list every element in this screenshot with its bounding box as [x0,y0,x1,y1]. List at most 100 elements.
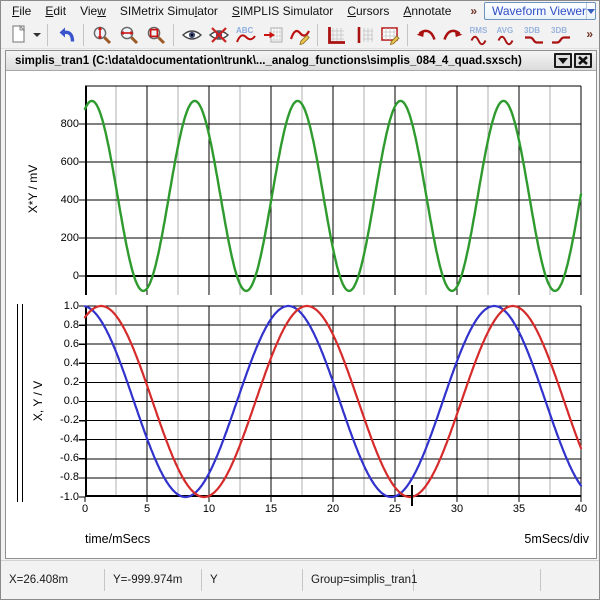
viewer-selector-combo[interactable]: Waveform Viewer [484,2,596,20]
menu-item-simplis-simulator[interactable]: SIMPLIS Simulator [225,2,340,20]
zoom-fit-vertical-button[interactable] [88,22,115,48]
bottom-plot-area[interactable] [85,306,581,497]
status-field-0: X=26.408m [1,569,105,591]
window-close-button[interactable] [574,53,592,68]
move-curve-button[interactable] [259,22,286,48]
label-curve-icon: ABC [235,24,257,46]
chevron-down-icon [587,9,595,14]
menu-item-file[interactable]: File [5,2,38,20]
top-plot-area[interactable] [85,86,581,295]
y-tick-label: 0 [45,270,79,283]
y-tick-label: -1.0 [45,491,79,504]
application-window: FileEditViewSIMetrix SimulatorSIMPLIS Si… [0,0,600,600]
menu-item-annotate[interactable]: Annotate [396,2,458,20]
hide-curve-button[interactable] [205,22,232,48]
menu-item-edit[interactable]: Edit [38,2,73,20]
status-field-4 [414,569,541,591]
chevron-down-icon[interactable] [33,33,41,37]
y-tick-label: 1.0 [45,300,79,313]
menu-item-simetrix-simulator[interactable]: SIMetrix Simulator [113,2,225,20]
rms-measure-button[interactable]: RMS [466,22,493,48]
3db-point-falling-button[interactable]: 3DB [520,22,547,48]
zoom-fit-horizontal-button[interactable] [115,22,142,48]
y-tick-label: -0.2 [45,414,79,427]
add-grid-icon [352,24,374,46]
label-curve-button[interactable]: ABC [232,22,259,48]
previous-curve-button[interactable] [412,22,439,48]
toolbar-separator [173,24,174,46]
svg-text:3DB: 3DB [551,26,567,35]
toolbar-overflow-chevron-icon[interactable]: » [586,27,593,41]
toolbar-separator [407,24,408,46]
status-field-2: Y [202,569,303,591]
waveform-window: simplis_tran1 (C:\data\documentation\tru… [5,50,597,559]
y-tick-label: -0.4 [45,433,79,446]
y-tick-label: 0.8 [45,319,79,332]
hide-curve-icon [208,24,230,46]
status-field-3: Group=simplis_tran1 [303,569,414,591]
x-tick-label: 0 [70,503,100,516]
waveform-canvas[interactable]: X*Y / mV 8006004002000 X, Y / V 1.00.80.… [6,71,596,558]
window-restore-button[interactable] [554,53,572,68]
menu-overflow-chevron-icon[interactable]: » [470,4,477,18]
edit-curve-icon [289,24,311,46]
svg-text:RMS: RMS [469,26,487,35]
x-tick-label: 40 [566,503,596,516]
show-curve-button[interactable] [178,22,205,48]
add-axis-icon [325,24,347,46]
avg-measure-button[interactable]: AVG [493,22,520,48]
3db-point-rising-icon: 3DB [550,24,572,46]
svg-text:ABC: ABC [236,26,254,35]
zoom-fit-vertical-icon [91,24,113,46]
zoom-fit-horizontal-icon [118,24,140,46]
undo-icon [55,24,77,46]
edit-grid-icon [379,24,401,46]
waveform-window-title: simplis_tran1 (C:\data\documentation\tru… [6,55,554,67]
viewer-selector-value: Waveform Viewer [485,4,586,18]
svg-text:AVG: AVG [496,26,513,35]
add-grid-button[interactable] [349,22,376,48]
x-tick-label: 5 [132,503,162,516]
add-axis-button[interactable] [322,22,349,48]
edit-curve-button[interactable] [286,22,313,48]
selected-axis-indicator-bars[interactable] [17,304,23,502]
next-curve-button[interactable] [439,22,466,48]
y-tick-label: 600 [45,156,79,169]
svg-text:3DB: 3DB [524,26,540,35]
menu-item-cursors[interactable]: Cursors [340,2,396,20]
x-tick-label: 20 [318,503,348,516]
new-file-button[interactable] [5,22,43,48]
zoom-rectangle-button[interactable] [142,22,169,48]
undo-button[interactable] [52,22,79,48]
zoom-rectangle-icon [145,24,167,46]
x-tick-label: 10 [194,503,224,516]
toolbar-separator [83,24,84,46]
x-tick-label: 35 [504,503,534,516]
menu-item-view[interactable]: View [73,2,113,20]
toolbar: ABC RMS AVG 3DB 3DB » [1,21,599,49]
new-file-icon [8,24,30,46]
move-curve-icon [262,24,284,46]
3db-point-rising-button[interactable]: 3DB [547,22,574,48]
triangle-down-icon [558,57,568,65]
y-tick-label: 400 [45,194,79,207]
y-tick-label: 0.4 [45,357,79,370]
y-tick-label: 200 [45,232,79,245]
y-tick-label: 0.6 [45,338,79,351]
status-field-5 [541,569,599,591]
edit-grid-button[interactable] [376,22,403,48]
close-icon [578,56,588,65]
3db-point-falling-icon: 3DB [523,24,545,46]
previous-curve-icon [415,24,437,46]
combo-dropdown-arrow[interactable] [586,3,595,19]
top-plot-ylabel: X*Y / mV [26,165,40,213]
waveform-window-titlebar[interactable]: simplis_tran1 (C:\data\documentation\tru… [6,51,596,71]
y-tick-label: 0.0 [45,395,79,408]
show-curve-icon [181,24,203,46]
y-tick-label: 800 [45,118,79,131]
y-tick-label: -0.8 [45,471,79,484]
measurement-cursor[interactable] [411,485,413,506]
toolbar-separator [317,24,318,46]
x-tick-label: 15 [256,503,286,516]
toolbar-separator [47,24,48,46]
